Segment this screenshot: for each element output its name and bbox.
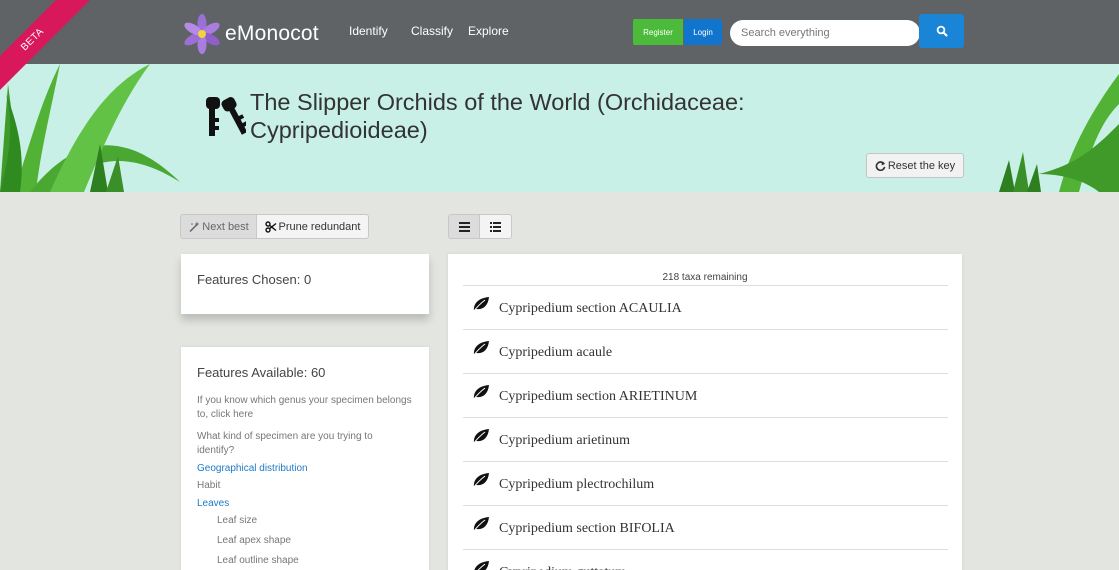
taxon-name[interactable]: Cypripedium guttatum	[499, 565, 626, 570]
taxon-row[interactable]: Cypripedium acaule	[463, 330, 948, 374]
identification-key-icon	[206, 97, 246, 136]
flower-logo-icon	[184, 14, 220, 54]
sort-button-group: Next best Prune redundant	[180, 214, 369, 239]
taxon-name[interactable]: Cypripedium arietinum	[499, 433, 630, 449]
grid-icon	[458, 221, 470, 232]
taxa-remaining-count: 218 taxa remaining	[662, 272, 748, 283]
login-button[interactable]: Login	[684, 19, 722, 45]
register-button[interactable]: Register	[633, 19, 683, 45]
brand-logo[interactable]: eMonocot	[182, 14, 319, 54]
taxon-name[interactable]: Cypripedium acaule	[499, 345, 612, 361]
taxon-row[interactable]: Cypripedium section ARIETINUM	[463, 374, 948, 418]
features-chosen-panel: Features Chosen: 0	[181, 254, 429, 314]
beta-ribbon-container: BETA	[0, 0, 110, 110]
key-header-band: The Slipper Orchids of the World (Orchid…	[0, 64, 1119, 192]
list-icon	[490, 221, 501, 232]
top-navbar: eMonocot Identify Classify Explore Regis…	[0, 0, 1119, 64]
nav-classify[interactable]: Classify	[411, 24, 453, 38]
leaf-icon	[472, 429, 489, 444]
specimen-type-question[interactable]: What kind of specimen are you trying to …	[197, 430, 412, 458]
feature-habit[interactable]: Habit	[197, 479, 220, 493]
search-button[interactable]	[919, 14, 964, 48]
features-available-panel: Features Available: 60 If you know which…	[181, 347, 429, 570]
leaf-icon	[472, 385, 489, 400]
feature-leaf-apex-shape[interactable]: Leaf apex shape	[217, 535, 291, 546]
features-chosen-heading: Features Chosen: 0	[197, 272, 312, 287]
taxa-list: Cypripedium section ACAULIA Cypripedium a…	[463, 285, 948, 570]
next-best-label: Next best	[202, 220, 249, 233]
scissors-icon	[264, 220, 276, 233]
grid-view-button[interactable]	[448, 214, 480, 239]
list-view-button[interactable]	[480, 214, 512, 239]
taxon-name[interactable]: Cypripedium section ACAULIA	[499, 301, 682, 317]
leaf-icon	[472, 517, 489, 532]
nav-explore[interactable]: Explore	[468, 24, 509, 38]
page-title: The Slipper Orchids of the World (Orchid…	[250, 89, 745, 143]
prune-redundant-label: Prune redundant	[278, 220, 361, 233]
taxon-row[interactable]: Cypripedium section BIFOLIA	[463, 506, 948, 550]
leaf-icon	[474, 561, 489, 570]
nav-identify[interactable]: Identify	[349, 24, 388, 38]
beta-ribbon: BETA	[0, 0, 95, 102]
leaf-icon	[472, 341, 489, 356]
search-input[interactable]	[730, 20, 920, 46]
taxon-name[interactable]: Cypripedium section ARIETINUM	[499, 389, 697, 405]
taxon-row[interactable]: Cypripedium section ACAULIA	[463, 286, 948, 330]
brand-name: eMonocot	[225, 22, 319, 45]
leaf-icon	[472, 473, 489, 488]
feature-leaves[interactable]: Leaves	[197, 498, 229, 509]
leaf-icon	[472, 297, 489, 312]
taxon-row[interactable]: Cypripedium plectrochilum	[463, 462, 948, 506]
search-icon	[936, 25, 947, 37]
taxon-name[interactable]: Cypripedium plectrochilum	[499, 477, 654, 493]
taxon-name[interactable]: Cypripedium section BIFOLIA	[499, 521, 675, 537]
prune-redundant-button[interactable]: Prune redundant	[257, 214, 369, 239]
magic-wand-icon	[189, 221, 200, 232]
taxon-row[interactable]: Cypripedium arietinum	[463, 418, 948, 462]
feature-leaf-size[interactable]: Leaf size	[217, 515, 257, 526]
next-best-button[interactable]: Next best	[180, 214, 257, 239]
reset-key-label: Reset the key	[887, 159, 956, 172]
taxon-row[interactable]: Cypripedium guttatum	[463, 550, 948, 570]
view-toggle-group	[448, 214, 512, 239]
features-available-heading: Features Available: 60	[197, 365, 326, 380]
reset-key-button[interactable]: Reset the key	[866, 153, 964, 178]
genus-shortcut-link[interactable]: If you know which genus your specimen be…	[197, 394, 412, 422]
feature-leaf-outline-shape[interactable]: Leaf outline shape	[217, 555, 299, 566]
feature-geographical-distribution[interactable]: Geographical distribution	[197, 463, 308, 474]
refresh-icon	[875, 161, 886, 171]
grass-decoration-right	[999, 74, 1119, 192]
